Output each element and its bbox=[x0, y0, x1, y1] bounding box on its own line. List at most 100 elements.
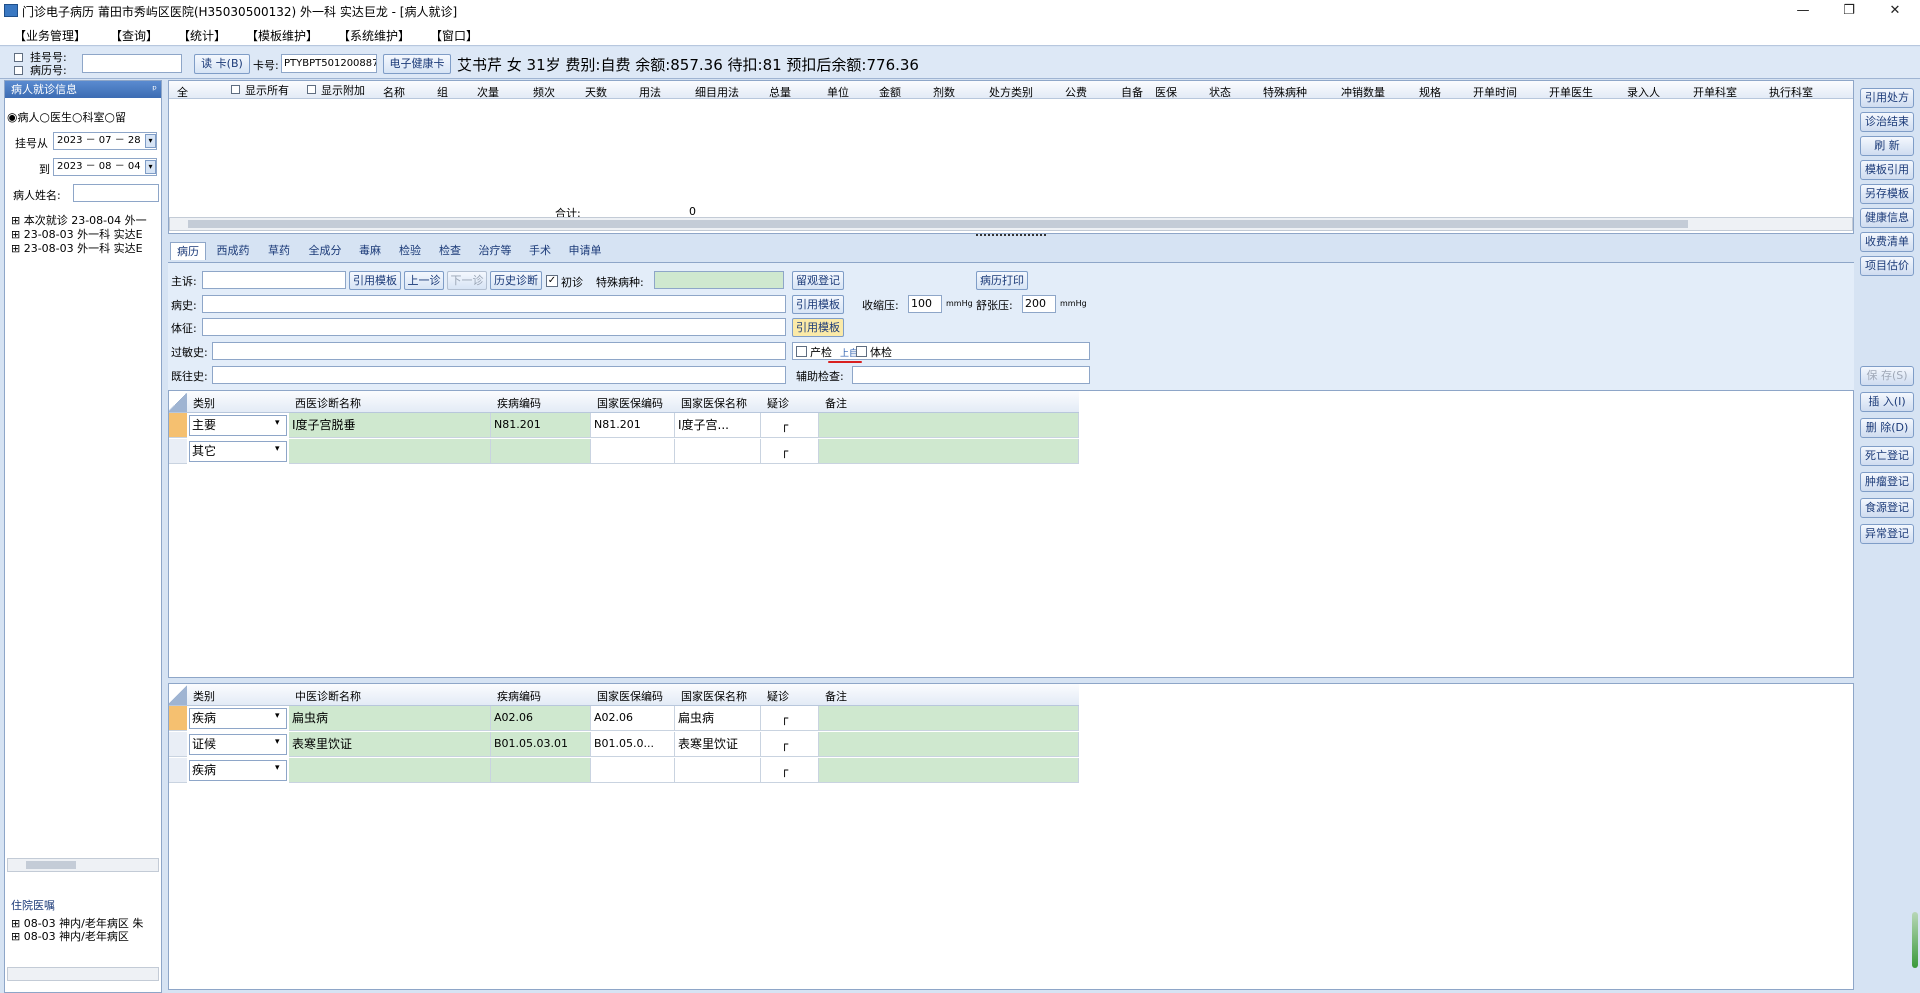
pin-icon[interactable]: ᵖ bbox=[152, 81, 157, 98]
tab-record[interactable]: 病历 bbox=[170, 242, 206, 260]
code-cell[interactable] bbox=[491, 439, 591, 464]
doubt-checkbox[interactable]: ┌ bbox=[761, 732, 819, 757]
type-select[interactable]: 疾病 bbox=[189, 708, 287, 729]
table-row[interactable]: 主要 ▾ Ⅰ度子宫脱垂 N81.201 N81.201 Ⅰ度子宫... ┌ bbox=[169, 413, 1079, 439]
menu-window[interactable]: 【窗口】 bbox=[430, 27, 478, 44]
radio-dept[interactable]: ○ bbox=[72, 110, 82, 124]
from-dropdown-icon[interactable]: ▾ bbox=[145, 134, 156, 148]
note-cell[interactable] bbox=[819, 413, 1079, 438]
history-diagnosis-button[interactable]: 历史诊断 bbox=[490, 271, 542, 290]
finish-visit-button[interactable]: 诊治结束 bbox=[1860, 112, 1914, 132]
insert-button[interactable]: 插 入(I) bbox=[1860, 392, 1914, 412]
abnormal-reg-button[interactable]: 异常登记 bbox=[1860, 524, 1914, 544]
allergy-input[interactable] bbox=[212, 342, 786, 360]
reg-no-input[interactable] bbox=[82, 54, 182, 73]
health-info-button[interactable]: 健康信息 bbox=[1860, 208, 1914, 228]
code-cell[interactable]: N81.201 bbox=[491, 413, 591, 438]
inpatient-scrollbar[interactable] bbox=[7, 967, 159, 981]
tab-request[interactable]: 申请单 bbox=[562, 242, 608, 260]
row-indicator[interactable] bbox=[169, 706, 187, 731]
chevron-down-icon[interactable]: ▾ bbox=[275, 444, 280, 454]
menu-system[interactable]: 【系统维护】 bbox=[338, 27, 410, 44]
aux-exam-input[interactable] bbox=[852, 366, 1090, 384]
menu-template[interactable]: 【模板维护】 bbox=[246, 27, 318, 44]
prev-visit-button[interactable]: 上一诊 bbox=[404, 271, 444, 290]
complaint-input[interactable] bbox=[202, 271, 346, 289]
show-all-checkbox[interactable] bbox=[231, 85, 240, 94]
template-cite-button[interactable]: 模板引用 bbox=[1860, 160, 1914, 180]
diastolic-input[interactable]: 200 bbox=[1022, 295, 1056, 313]
expand-icon[interactable]: ⊞ bbox=[11, 930, 20, 943]
fee-list-button[interactable]: 收费清单 bbox=[1860, 232, 1914, 252]
col-all[interactable]: 全 bbox=[177, 84, 188, 100]
chevron-down-icon[interactable]: ▾ bbox=[275, 418, 280, 428]
menu-query[interactable]: 【查询】 bbox=[110, 27, 158, 44]
signs-input[interactable] bbox=[202, 318, 786, 336]
tab-treatment[interactable]: 治疗等 bbox=[472, 242, 518, 260]
card-no-input[interactable]: PTYBPT501200887! bbox=[281, 54, 377, 73]
to-dropdown-icon[interactable]: ▾ bbox=[145, 160, 156, 174]
tab-lab[interactable]: 检验 bbox=[392, 242, 428, 260]
national-code-cell[interactable] bbox=[591, 758, 675, 783]
from-date[interactable]: 2023 － 07 － 28 bbox=[53, 132, 157, 150]
doubt-checkbox[interactable]: ┌ bbox=[761, 706, 819, 731]
doubt-checkbox[interactable]: ┌ bbox=[761, 439, 819, 464]
diag-name-cell[interactable] bbox=[289, 439, 491, 464]
history-input[interactable] bbox=[202, 295, 786, 313]
tree-item[interactable]: ⊞ 23-08-03 外一科 实达E bbox=[5, 242, 161, 256]
note-cell[interactable] bbox=[819, 758, 1079, 783]
save-button[interactable]: 保 存(S) bbox=[1860, 366, 1914, 386]
type-select[interactable]: 证候 bbox=[189, 734, 287, 755]
delete-button[interactable]: 删 除(D) bbox=[1860, 418, 1914, 438]
death-reg-button[interactable]: 死亡登记 bbox=[1860, 446, 1914, 466]
table-row[interactable]: 证候 ▾ 表寒里饮证 B01.05.03.01 B01.05.0... 表寒里饮… bbox=[169, 732, 1079, 758]
doubt-checkbox[interactable]: ┌ bbox=[761, 413, 819, 438]
close-button[interactable]: ✕ bbox=[1872, 0, 1918, 22]
read-card-button[interactable]: 读 卡(B) bbox=[194, 54, 250, 74]
radio-patient[interactable]: ◉ bbox=[7, 110, 17, 124]
inpatient-item[interactable]: ⊞ 08-03 神内/老年病区 朱 bbox=[5, 917, 161, 930]
national-code-cell[interactable] bbox=[591, 439, 675, 464]
radio-stay[interactable]: ○ bbox=[104, 110, 114, 124]
type-select[interactable]: 其它 bbox=[189, 441, 287, 462]
diag-name-cell[interactable]: 扁虫病 bbox=[289, 706, 491, 731]
health-card-button[interactable]: 电子健康卡 bbox=[383, 54, 451, 74]
table-row[interactable]: 疾病 ▾ 扁虫病 A02.06 A02.06 扁虫病 ┌ bbox=[169, 706, 1079, 732]
chevron-down-icon[interactable]: ▾ bbox=[275, 737, 280, 747]
note-cell[interactable] bbox=[819, 439, 1079, 464]
cite-template-button[interactable]: 引用模板 bbox=[792, 318, 844, 337]
diag-name-cell[interactable]: Ⅰ度子宫脱垂 bbox=[289, 413, 491, 438]
foodborne-reg-button[interactable]: 食源登记 bbox=[1860, 498, 1914, 518]
cite-template-button[interactable]: 引用模板 bbox=[349, 271, 401, 290]
expand-icon[interactable]: ⊞ bbox=[11, 917, 20, 930]
diag-name-cell[interactable] bbox=[289, 758, 491, 783]
radio-doctor[interactable]: ○ bbox=[39, 110, 49, 124]
tumor-reg-button[interactable]: 肿瘤登记 bbox=[1860, 472, 1914, 492]
tree-item[interactable]: ⊞ 本次就诊 23-08-04 外一 bbox=[5, 214, 161, 228]
next-visit-button[interactable]: 下一诊 bbox=[447, 271, 487, 290]
national-code-cell[interactable]: N81.201 bbox=[591, 413, 675, 438]
code-cell[interactable] bbox=[491, 758, 591, 783]
scroll-thumb[interactable] bbox=[26, 861, 76, 869]
expand-icon[interactable]: ⊞ bbox=[11, 242, 20, 255]
item-estimate-button[interactable]: 项目估价 bbox=[1860, 256, 1914, 276]
systolic-input[interactable]: 100 bbox=[908, 295, 942, 313]
doubt-checkbox[interactable]: ┌ bbox=[761, 758, 819, 783]
tab-full-ingredient[interactable]: 全成分 bbox=[302, 242, 348, 260]
national-name-cell[interactable]: 表寒里饮证 bbox=[675, 732, 761, 757]
tab-herbal[interactable]: 草药 bbox=[260, 242, 298, 260]
tab-western-med[interactable]: 西成药 bbox=[210, 242, 256, 260]
scroll-thumb[interactable] bbox=[188, 220, 1688, 228]
prenatal-checkbox[interactable] bbox=[796, 346, 807, 357]
menu-stats[interactable]: 【统计】 bbox=[178, 27, 226, 44]
expand-icon[interactable]: ⊞ bbox=[11, 214, 20, 227]
national-code-cell[interactable]: A02.06 bbox=[591, 706, 675, 731]
reg-no-checkbox[interactable] bbox=[14, 53, 23, 62]
record-no-checkbox[interactable] bbox=[14, 66, 23, 75]
patient-name-input[interactable] bbox=[73, 184, 159, 202]
chevron-down-icon[interactable]: ▾ bbox=[275, 763, 280, 773]
cite-prescription-button[interactable]: 引用处方 bbox=[1860, 88, 1914, 108]
chevron-down-icon[interactable]: ▾ bbox=[275, 711, 280, 721]
show-extra-checkbox[interactable] bbox=[307, 85, 316, 94]
tab-surgery[interactable]: 手术 bbox=[522, 242, 558, 260]
